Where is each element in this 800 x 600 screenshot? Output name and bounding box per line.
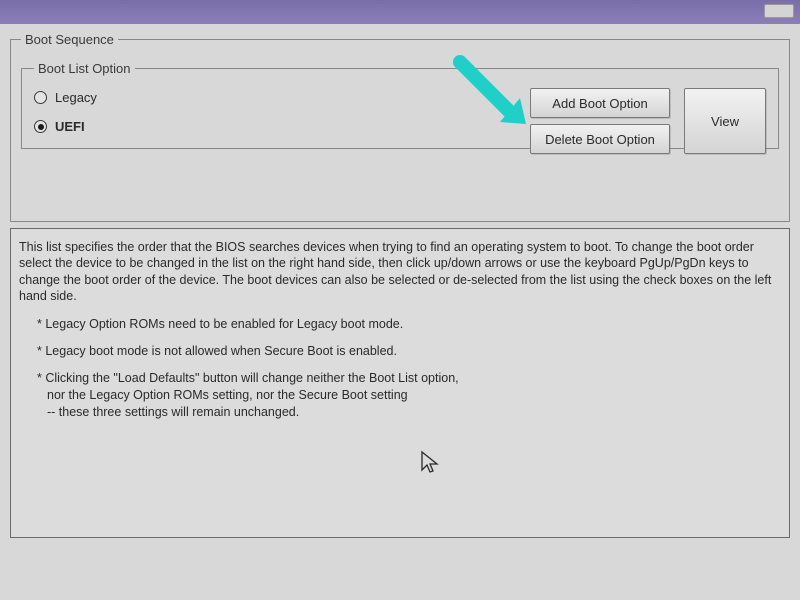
info-bullet-3-l2: nor the Legacy Option ROMs setting, nor … [37, 387, 781, 404]
boot-sequence-group: Boot Sequence Boot List Option Legacy UE… [10, 32, 790, 222]
boot-sequence-legend: Boot Sequence [21, 32, 118, 47]
button-area: Add Boot Option Delete Boot Option View [530, 88, 766, 154]
view-button-label: View [711, 114, 739, 129]
add-boot-option-button[interactable]: Add Boot Option [530, 88, 670, 118]
info-bullet-3-l3: -- these three settings will remain unch… [37, 404, 781, 421]
view-button[interactable]: View [684, 88, 766, 154]
radio-checked-icon [34, 120, 47, 133]
radio-uefi-label: UEFI [55, 119, 85, 134]
radio-legacy-label: Legacy [55, 90, 97, 105]
radio-unchecked-icon [34, 91, 47, 104]
delete-boot-option-button[interactable]: Delete Boot Option [530, 124, 670, 154]
info-bullet-2: * Legacy boot mode is not allowed when S… [37, 343, 781, 360]
add-boot-option-label: Add Boot Option [552, 96, 647, 111]
boot-list-option-group: Boot List Option Legacy UEFI Add Boot Op… [21, 61, 779, 149]
info-bullet-1: * Legacy Option ROMs need to be enabled … [37, 316, 781, 333]
button-stack: Add Boot Option Delete Boot Option [530, 88, 670, 154]
window-close-button[interactable] [764, 4, 794, 18]
info-paragraph: This list specifies the order that the B… [19, 239, 781, 304]
info-bullets: * Legacy Option ROMs need to be enabled … [19, 316, 781, 420]
content-area: Boot Sequence Boot List Option Legacy UE… [0, 24, 800, 546]
boot-list-option-legend: Boot List Option [34, 61, 135, 76]
info-box: This list specifies the order that the B… [10, 228, 790, 538]
info-bullet-3-l1: * Clicking the "Load Defaults" button wi… [37, 371, 459, 385]
delete-boot-option-label: Delete Boot Option [545, 132, 655, 147]
titlebar [0, 0, 800, 24]
info-bullet-3: * Clicking the "Load Defaults" button wi… [37, 370, 781, 421]
